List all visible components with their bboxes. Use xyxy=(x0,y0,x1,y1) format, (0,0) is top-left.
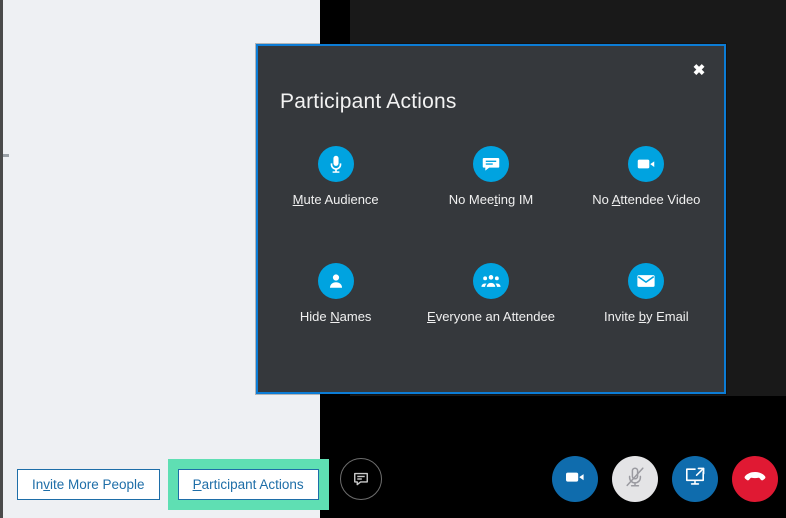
microphone-muted-icon xyxy=(623,465,647,494)
skype-meeting-window: Invite More People Participant Actions ✖… xyxy=(0,0,786,518)
participant-actions-highlight: Participant Actions xyxy=(167,458,329,510)
action-label: Everyone an Attendee xyxy=(427,309,555,324)
participant-actions-grid: Mute Audience No Meeting IM No Attendee … xyxy=(258,146,724,324)
hangup-button[interactable] xyxy=(732,456,778,502)
action-label: Mute Audience xyxy=(293,192,379,207)
action-no-meeting-im[interactable]: No Meeting IM xyxy=(413,146,568,207)
action-invite-by-email[interactable]: Invite by Email xyxy=(569,263,724,324)
action-mute-audience[interactable]: Mute Audience xyxy=(258,146,413,207)
present-screen-icon xyxy=(683,465,707,494)
label-before: Hide xyxy=(299,309,331,324)
label-before: No xyxy=(592,192,612,207)
invite-label-before: In xyxy=(32,476,44,492)
label-after: ttendee Video xyxy=(620,192,701,207)
label-after: ames xyxy=(339,309,372,324)
participant-actions-dialog: ✖ Participant Actions Mute Audience No M… xyxy=(256,44,726,394)
label-accesskey: M xyxy=(292,192,304,207)
action-label: No Attendee Video xyxy=(592,192,700,207)
label-accesskey: N xyxy=(330,309,340,324)
close-icon[interactable]: ✖ xyxy=(686,57,712,83)
action-label: Invite by Email xyxy=(604,309,689,324)
action-everyone-an-attendee[interactable]: Everyone an Attendee xyxy=(413,263,568,324)
video-button[interactable] xyxy=(552,456,598,502)
im-chat-icon[interactable] xyxy=(340,458,382,500)
call-control-bar xyxy=(320,396,786,518)
people-group-icon xyxy=(472,263,509,299)
roster-action-buttons: Invite More People Participant Actions xyxy=(17,458,329,510)
label-accesskey: E xyxy=(427,309,436,324)
action-hide-names[interactable]: Hide Names xyxy=(258,263,413,324)
chat-bubble-icon xyxy=(472,146,509,182)
label-after: veryone an Attendee xyxy=(435,309,555,324)
label-accesskey: b xyxy=(638,309,646,324)
label-before: Invite xyxy=(604,309,639,324)
person-icon xyxy=(317,263,354,299)
action-label: No Meeting IM xyxy=(449,192,534,207)
video-camera-icon xyxy=(628,146,665,182)
invite-label-after: ite More People xyxy=(50,476,145,492)
label-after: ing IM xyxy=(497,192,534,207)
hangup-phone-icon xyxy=(742,464,768,495)
invite-accesskey: v xyxy=(43,476,51,492)
action-label: Hide Names xyxy=(300,309,372,324)
invite-more-people-button[interactable]: Invite More People xyxy=(17,468,160,500)
dialog-title: Participant Actions xyxy=(280,90,457,113)
label-after: ute Audience xyxy=(303,192,379,207)
present-button[interactable] xyxy=(672,456,718,502)
label-before: No Mee xyxy=(448,192,495,207)
call-controls xyxy=(552,456,778,502)
envelope-icon xyxy=(628,263,665,299)
label-after: y Email xyxy=(645,309,689,324)
video-camera-icon xyxy=(563,465,587,494)
microphone-icon xyxy=(317,146,354,182)
pa-label-after: articipant Actions xyxy=(201,476,304,492)
mute-button[interactable] xyxy=(612,456,658,502)
pa-accesskey: P xyxy=(192,476,202,492)
action-no-attendee-video[interactable]: No Attendee Video xyxy=(569,146,724,207)
participant-actions-button[interactable]: Participant Actions xyxy=(177,468,319,500)
